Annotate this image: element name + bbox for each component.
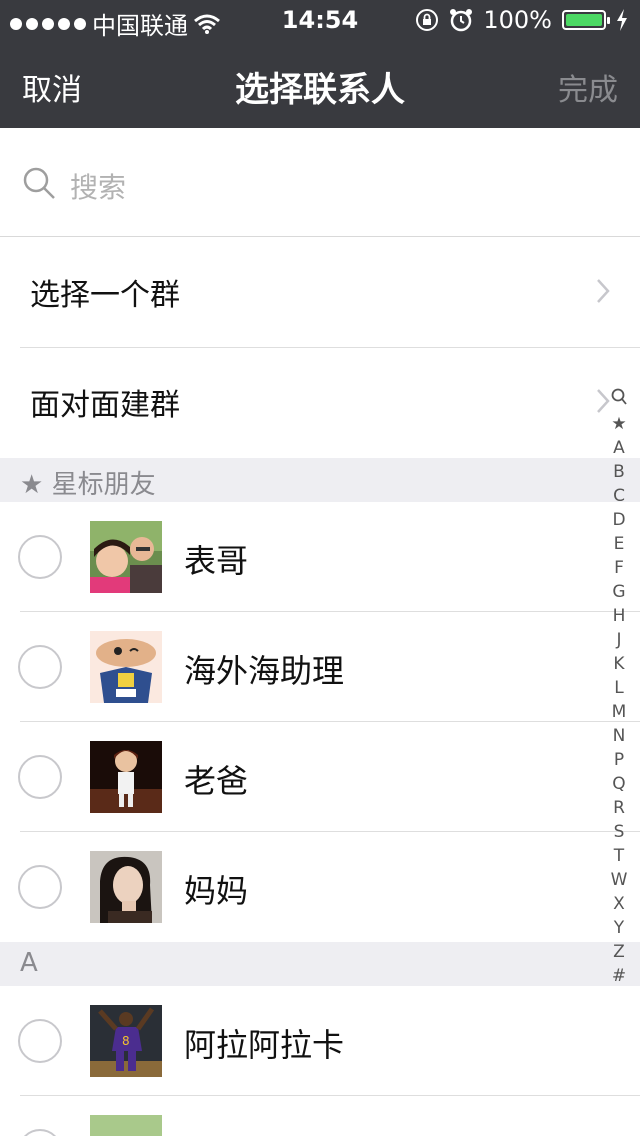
- section-title: A: [20, 948, 38, 978]
- search-icon: [23, 167, 55, 199]
- charging-icon: [617, 9, 627, 31]
- index-letter[interactable]: K: [608, 652, 630, 676]
- index-letter[interactable]: W: [608, 868, 630, 892]
- top-bar: 中国联通 14:54 100% 取消 选择联系人 完成: [0, 0, 640, 128]
- select-radio[interactable]: [18, 865, 62, 909]
- index-letter[interactable]: S: [608, 820, 630, 844]
- avatar: [90, 851, 162, 923]
- avatar: [90, 1115, 162, 1136]
- avatar: [90, 741, 162, 813]
- index-letter[interactable]: H: [608, 604, 630, 628]
- star-icon: ★: [20, 470, 44, 500]
- alphabet-index-bar[interactable]: ★ A B C D E F G H J K L M N P Q R S T W X Y Z #: [608, 388, 630, 986]
- index-letter[interactable]: G: [608, 580, 630, 604]
- done-button[interactable]: 完成: [558, 65, 618, 109]
- select-radio[interactable]: [18, 1129, 62, 1136]
- index-letter[interactable]: X: [608, 892, 630, 916]
- contact-name: 表哥: [184, 542, 249, 580]
- index-letter[interactable]: D: [608, 508, 630, 532]
- contact-name: 老爸: [184, 762, 249, 800]
- index-letter[interactable]: Y: [608, 916, 630, 940]
- navigation-bar: 取消 选择联系人 完成: [0, 40, 640, 128]
- index-letter[interactable]: T: [608, 844, 630, 868]
- section-header-starred: ★ 星标朋友: [0, 458, 640, 502]
- search-placeholder: 搜索: [70, 171, 127, 204]
- section-header-a: A: [0, 942, 640, 986]
- select-radio[interactable]: [18, 645, 62, 689]
- index-letter[interactable]: F: [608, 556, 630, 580]
- alarm-icon: [450, 9, 473, 32]
- index-letter[interactable]: Q: [608, 772, 630, 796]
- index-letter[interactable]: E: [608, 532, 630, 556]
- index-letter[interactable]: A: [608, 436, 630, 460]
- contact-row-partial[interactable]: [0, 1096, 640, 1136]
- svg-text:8: 8: [122, 1034, 130, 1048]
- contact-row[interactable]: 老爸: [0, 722, 640, 832]
- battery-percent: 100%: [483, 6, 552, 34]
- contact-name: 妈妈: [184, 872, 249, 910]
- index-letter[interactable]: R: [608, 796, 630, 820]
- contact-row[interactable]: 海外海助理: [0, 612, 640, 722]
- rotation-lock-icon: [416, 9, 439, 31]
- index-letter[interactable]: M: [608, 700, 630, 724]
- avatar: [90, 631, 162, 703]
- select-radio[interactable]: [18, 535, 62, 579]
- index-letter[interactable]: B: [608, 460, 630, 484]
- index-search-icon[interactable]: [608, 388, 630, 412]
- section-title: 星标朋友: [51, 470, 156, 500]
- select-radio[interactable]: [18, 755, 62, 799]
- status-bar: 中国联通 14:54 100%: [0, 0, 640, 40]
- index-letter[interactable]: J: [608, 628, 630, 652]
- face-to-face-group-label: 面对面建群: [30, 388, 180, 423]
- index-letter[interactable]: Z: [608, 940, 630, 964]
- contact-row[interactable]: 妈妈: [0, 832, 640, 942]
- avatar: 8: [90, 1005, 162, 1077]
- index-letter[interactable]: C: [608, 484, 630, 508]
- select-radio[interactable]: [18, 1019, 62, 1063]
- avatar: [90, 521, 162, 593]
- index-letter[interactable]: L: [608, 676, 630, 700]
- index-letter[interactable]: N: [608, 724, 630, 748]
- chevron-right-icon: [597, 279, 610, 303]
- contact-name: 阿拉阿拉卡: [184, 1026, 345, 1064]
- index-letter[interactable]: #: [608, 964, 630, 988]
- index-letter[interactable]: P: [608, 748, 630, 772]
- select-group-label: 选择一个群: [30, 278, 180, 313]
- contact-name: 海外海助理: [184, 652, 345, 690]
- contact-row[interactable]: 8 阿拉阿拉卡: [0, 986, 640, 1096]
- index-letter[interactable]: ★: [608, 412, 630, 436]
- battery-icon: [562, 10, 610, 30]
- select-group-row[interactable]: 选择一个群: [0, 238, 640, 348]
- contact-row[interactable]: 表哥: [0, 502, 640, 612]
- page-title: 选择联系人: [235, 70, 405, 110]
- face-to-face-group-row[interactable]: 面对面建群: [0, 348, 640, 458]
- search-bar[interactable]: 搜索: [0, 128, 640, 237]
